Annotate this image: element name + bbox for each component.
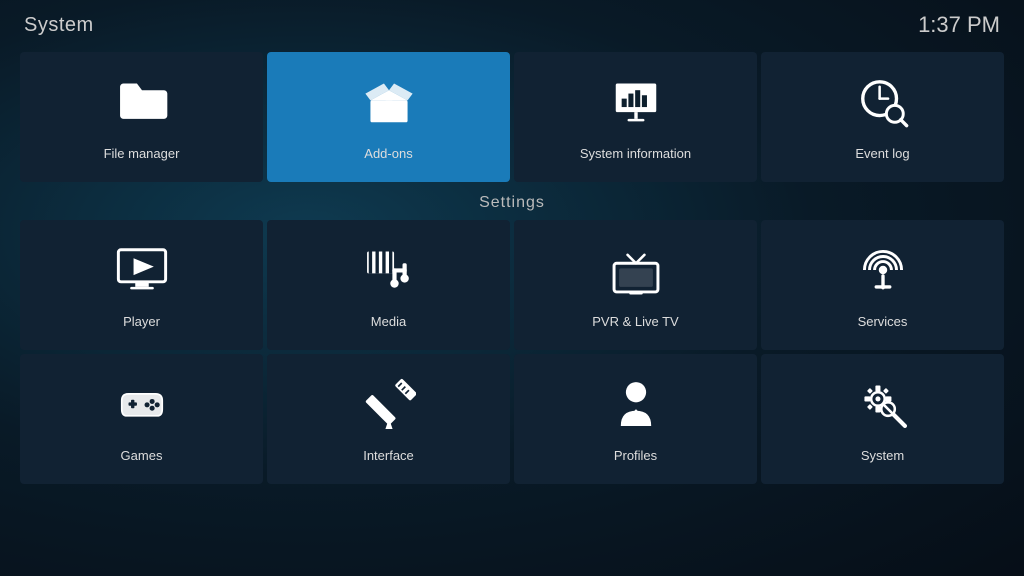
settings-section: Settings Player — [0, 194, 1024, 484]
tile-pvr-live-tv[interactable]: PVR & Live TV — [514, 220, 757, 350]
tv-svg — [609, 243, 663, 297]
clock-search-svg — [856, 75, 910, 129]
tile-interface[interactable]: Interface — [267, 354, 510, 484]
tile-add-ons-label: Add-ons — [364, 146, 412, 161]
tile-services-label: Services — [858, 314, 908, 329]
top-row: File manager Add-ons — [0, 52, 1024, 182]
folder-svg — [115, 75, 169, 129]
tile-player-label: Player — [123, 314, 160, 329]
media-svg — [362, 243, 416, 297]
folder-icon — [115, 75, 169, 136]
clock-search-icon — [856, 75, 910, 136]
app-container: System 1:37 PM File manager — [0, 0, 1024, 576]
tile-file-manager[interactable]: File manager — [20, 52, 263, 182]
person-icon — [609, 377, 663, 438]
tile-services[interactable]: Services — [761, 220, 1004, 350]
tile-player[interactable]: Player — [20, 220, 263, 350]
tile-pvr-live-tv-label: PVR & Live TV — [592, 314, 678, 329]
tile-system-label: System — [861, 448, 904, 463]
presentation-icon — [609, 75, 663, 136]
header: System 1:37 PM — [0, 0, 1024, 46]
settings-row-2: Games Interface — [20, 354, 1004, 484]
box-svg — [362, 75, 416, 129]
podcast-svg — [856, 243, 910, 297]
pencil-ruler-svg — [362, 377, 416, 431]
tv-icon — [609, 243, 663, 304]
clock: 1:37 PM — [918, 12, 1000, 38]
person-svg — [609, 377, 663, 431]
tile-media[interactable]: Media — [267, 220, 510, 350]
gamepad-icon — [115, 377, 169, 438]
monitor-play-svg — [115, 243, 169, 297]
tile-games[interactable]: Games — [20, 354, 263, 484]
pencil-ruler-icon — [362, 377, 416, 438]
gear-wrench-icon — [856, 377, 910, 438]
gear-wrench-svg — [856, 377, 910, 431]
tile-event-log-label: Event log — [855, 146, 909, 161]
tile-games-label: Games — [121, 448, 163, 463]
tile-add-ons[interactable]: Add-ons — [267, 52, 510, 182]
tile-profiles[interactable]: Profiles — [514, 354, 757, 484]
monitor-play-icon — [115, 243, 169, 304]
settings-heading: Settings — [20, 194, 1004, 212]
tile-system-information-label: System information — [580, 146, 691, 161]
tile-event-log[interactable]: Event log — [761, 52, 1004, 182]
tile-system-information[interactable]: System information — [514, 52, 757, 182]
settings-row-1: Player — [20, 220, 1004, 350]
tile-interface-label: Interface — [363, 448, 414, 463]
tile-profiles-label: Profiles — [614, 448, 657, 463]
tile-system[interactable]: System — [761, 354, 1004, 484]
podcast-icon — [856, 243, 910, 304]
media-icon — [362, 243, 416, 304]
box-icon — [362, 75, 416, 136]
app-title: System — [24, 14, 94, 37]
presentation-svg — [609, 75, 663, 129]
tile-media-label: Media — [371, 314, 406, 329]
tile-file-manager-label: File manager — [104, 146, 180, 161]
gamepad-svg — [115, 377, 169, 431]
